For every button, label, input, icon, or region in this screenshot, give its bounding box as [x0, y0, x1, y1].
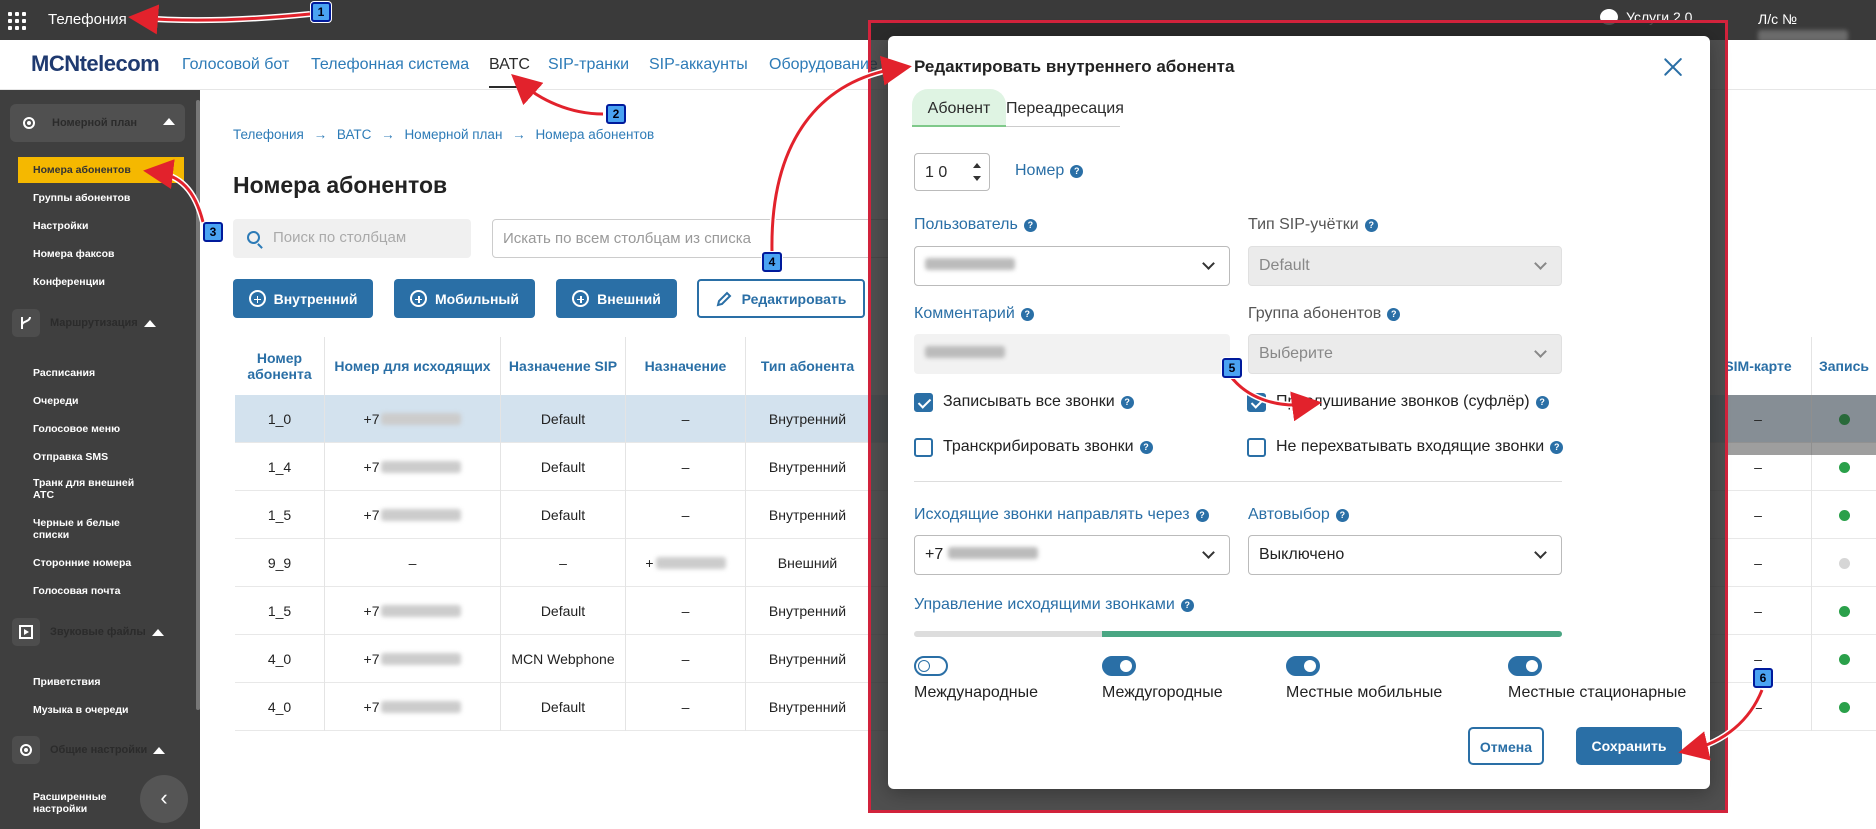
annotation-badge-4: 4	[762, 252, 782, 272]
annotation-arrows	[128, 4, 1765, 761]
annotation-badge-1: 1	[311, 2, 331, 22]
annotation-badge-6: 6	[1753, 668, 1773, 688]
annotation-badge-5: 5	[1222, 358, 1242, 378]
annotation-badge-2: 2	[606, 104, 626, 124]
annotation-badge-3: 3	[203, 222, 223, 242]
